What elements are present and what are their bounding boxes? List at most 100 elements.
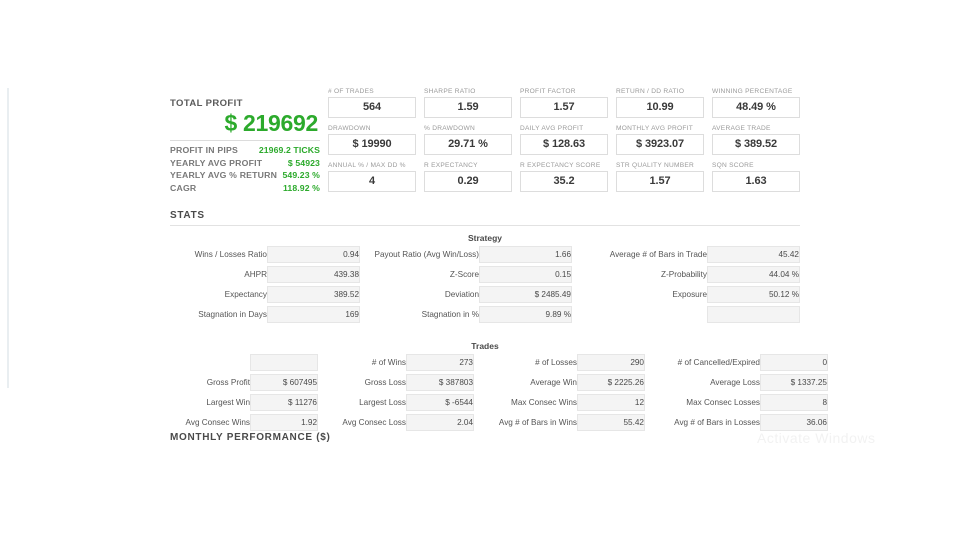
stat-label: Avg # of Bars in Wins bbox=[498, 418, 577, 428]
cell-spacer bbox=[474, 394, 482, 411]
stat-value: 273 bbox=[406, 354, 474, 372]
metric-value: 1.63 bbox=[712, 171, 800, 192]
cell-spacer bbox=[645, 354, 653, 371]
metric-label: DAILY AVG PROFIT bbox=[520, 125, 584, 132]
summary-row-label: PROFIT IN PIPS bbox=[170, 145, 238, 155]
stat-label: Avg Consec Loss bbox=[342, 418, 406, 428]
metric-value: 35.2 bbox=[520, 171, 608, 192]
metric-value: 29.71 % bbox=[424, 134, 512, 155]
metric-card: SHARPE RATIO 1.59 bbox=[424, 88, 512, 118]
stats-divider bbox=[170, 225, 800, 227]
stat-label: Deviation bbox=[444, 290, 479, 300]
cell-spacer bbox=[572, 286, 581, 303]
metric-label: R EXPECTANCY SCORE bbox=[520, 162, 601, 169]
metric-card: # OF TRADES 564 bbox=[328, 88, 416, 118]
stat-label: Stagnation in % bbox=[421, 310, 479, 320]
stat-label: Avg # of Bars in Losses bbox=[674, 418, 760, 428]
summary-row: YEARLY AVG % RETURN 549.23 % bbox=[170, 169, 320, 182]
stat-value: 389.52 bbox=[267, 286, 360, 304]
stat-label: Payout Ratio (Avg Win/Loss) bbox=[374, 250, 479, 260]
metric-value: 0.29 bbox=[424, 171, 512, 192]
metric-value: 10.99 bbox=[616, 97, 704, 118]
table-row: Gross Profit $ 607495 Gross Loss $ 38780… bbox=[170, 374, 828, 392]
cell-spacer bbox=[645, 394, 653, 411]
stat-label: AHPR bbox=[244, 270, 267, 280]
total-profit-panel: TOTAL PROFIT $ 219692 PROFIT IN PIPS 219… bbox=[170, 88, 320, 194]
metric-value: $ 3923.07 bbox=[616, 134, 704, 155]
stat-value: 36.06 bbox=[760, 414, 828, 432]
cell-spacer bbox=[318, 394, 326, 411]
stat-label bbox=[581, 306, 707, 323]
metric-card: SQN SCORE 1.63 bbox=[712, 162, 800, 192]
metric-card: STR QUALITY NUMBER 1.57 bbox=[616, 162, 704, 192]
metric-value: 564 bbox=[328, 97, 416, 118]
table-row: # of Wins 273 # of Losses 290 # of Cance… bbox=[170, 354, 828, 372]
stat-label bbox=[170, 354, 250, 371]
stat-value: 9.89 % bbox=[479, 306, 572, 324]
cell-spacer bbox=[318, 414, 326, 431]
cell-spacer bbox=[360, 306, 369, 323]
cell-spacer bbox=[318, 354, 326, 371]
stat-value: 55.42 bbox=[577, 414, 645, 432]
strategy-report: TOTAL PROFIT $ 219692 PROFIT IN PIPS 219… bbox=[170, 88, 828, 432]
stat-value: $ 2225.26 bbox=[577, 374, 645, 392]
activate-windows-watermark: Activate Windows bbox=[757, 430, 875, 446]
metric-label: SQN SCORE bbox=[712, 162, 754, 169]
metric-card: R EXPECTANCY SCORE 35.2 bbox=[520, 162, 608, 192]
stat-label: Wins / Losses Ratio bbox=[194, 250, 267, 260]
cell-spacer bbox=[474, 414, 482, 431]
stat-label: Largest Win bbox=[206, 398, 250, 408]
summary-row-value: $ 54923 bbox=[287, 157, 320, 168]
stat-value: $ 2485.49 bbox=[479, 286, 572, 304]
stat-value: 1.66 bbox=[479, 246, 572, 264]
stat-label: # of Cancelled/Expired bbox=[677, 358, 760, 368]
stat-value: $ -6544 bbox=[406, 394, 474, 412]
metric-label: RETURN / DD RATIO bbox=[616, 88, 685, 95]
summary-row-label: YEARLY AVG % RETURN bbox=[170, 170, 278, 181]
table-row: Avg Consec Wins 1.92 Avg Consec Loss 2.0… bbox=[170, 414, 828, 432]
cell-spacer bbox=[572, 266, 581, 283]
stat-value: 2.04 bbox=[406, 414, 474, 432]
stats-heading: STATS bbox=[170, 210, 205, 222]
table-row: Stagnation in Days 169 Stagnation in % 9… bbox=[170, 306, 800, 324]
cell-spacer bbox=[360, 266, 369, 283]
stat-value: 8 bbox=[760, 394, 828, 412]
metric-label: % DRAWDOWN bbox=[424, 125, 475, 132]
stat-value: 290 bbox=[577, 354, 645, 372]
strategy-table: Wins / Losses Ratio 0.94 Payout Ratio (A… bbox=[170, 246, 800, 324]
metric-card: DRAWDOWN $ 19990 bbox=[328, 125, 416, 155]
monthly-performance-heading: MONTHLY PERFORMANCE ($) bbox=[170, 432, 331, 443]
table-row: Wins / Losses Ratio 0.94 Payout Ratio (A… bbox=[170, 246, 800, 264]
summary-row: PROFIT IN PIPS 21969.2 TICKS bbox=[170, 144, 320, 157]
metric-label: R EXPECTANCY bbox=[424, 162, 478, 169]
total-profit-value: $ 219692 bbox=[224, 110, 318, 136]
stat-value: 44.04 % bbox=[707, 266, 800, 284]
metric-label: MONTHLY AVG PROFIT bbox=[616, 125, 694, 132]
metric-card: PROFIT FACTOR 1.57 bbox=[520, 88, 608, 118]
cell-spacer bbox=[572, 246, 581, 263]
trades-table: # of Wins 273 # of Losses 290 # of Cance… bbox=[170, 354, 828, 432]
stat-value: $ 1337.25 bbox=[760, 374, 828, 392]
summary-row-value: 549.23 % bbox=[282, 170, 320, 181]
trades-caption: Trades bbox=[471, 341, 499, 352]
table-row: Expectancy 389.52 Deviation $ 2485.49 Ex… bbox=[170, 286, 800, 304]
total-profit-divider bbox=[170, 140, 320, 141]
metric-label: # OF TRADES bbox=[328, 88, 374, 95]
metric-value: $ 389.52 bbox=[712, 134, 800, 155]
cell-spacer bbox=[645, 414, 653, 431]
metric-value: 4 bbox=[328, 171, 416, 192]
cell-spacer bbox=[474, 354, 482, 371]
metric-value: 48.49 % bbox=[712, 97, 800, 118]
total-profit-label: TOTAL PROFIT bbox=[170, 98, 243, 109]
metric-label: SHARPE RATIO bbox=[424, 88, 476, 95]
metric-card: RETURN / DD RATIO 10.99 bbox=[616, 88, 704, 118]
metric-card: R EXPECTANCY 0.29 bbox=[424, 162, 512, 192]
metric-label: PROFIT FACTOR bbox=[520, 88, 576, 95]
stat-value-empty bbox=[707, 306, 800, 324]
stat-label: Average # of Bars in Trade bbox=[609, 250, 707, 260]
metric-label: DRAWDOWN bbox=[328, 125, 371, 132]
metric-card: DAILY AVG PROFIT $ 128.63 bbox=[520, 125, 608, 155]
stat-value: 50.12 % bbox=[707, 286, 800, 304]
cell-spacer bbox=[474, 374, 482, 391]
cell-spacer bbox=[318, 374, 326, 391]
